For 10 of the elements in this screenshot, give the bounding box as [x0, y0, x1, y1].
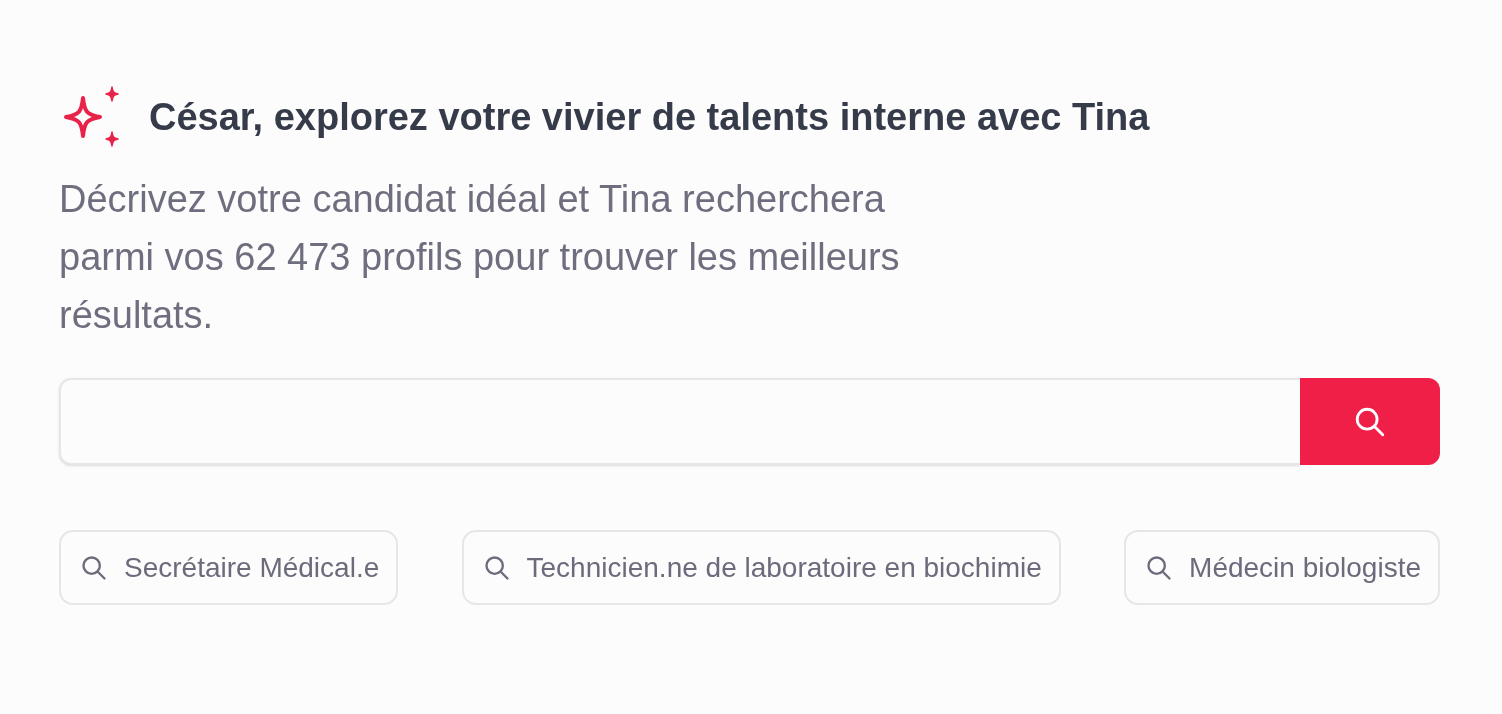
search-field[interactable]	[59, 378, 1300, 465]
search-icon	[482, 553, 511, 582]
suggestion-chip[interactable]: Technicien.ne de laboratoire en biochimie	[461, 530, 1061, 605]
suggestion-chip[interactable]: Secrétaire Médical.e	[59, 530, 399, 605]
search-icon	[1145, 553, 1174, 582]
description-text: Décrivez votre candidat idéal et Tina recherchera parmi vos 62 473 profils pour trouver les meilleurs résultats.	[59, 177, 901, 338]
suggestion-chip[interactable]: Médecin biologiste	[1124, 530, 1440, 605]
heading-title: César, explorez votre vivier de talents interne avec Tina	[149, 95, 1150, 140]
search-icon	[80, 553, 108, 582]
search-button[interactable]	[1300, 378, 1440, 465]
